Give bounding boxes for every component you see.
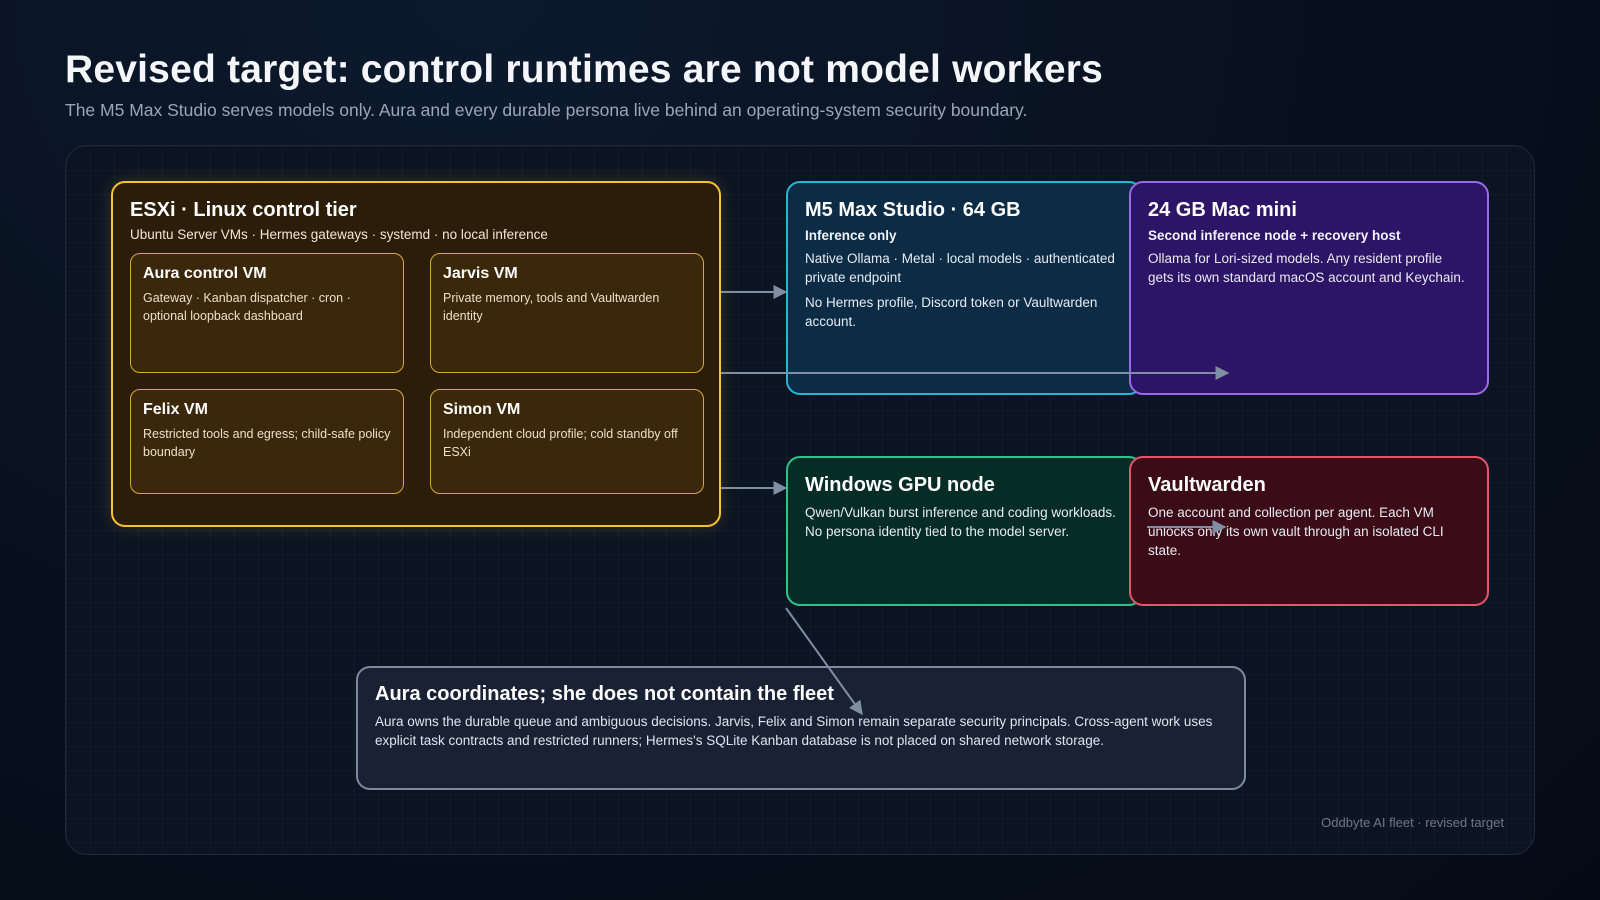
mini-title: 24 GB Mac mini (1148, 199, 1297, 221)
aura-note-text: Aura owns the durable queue and ambiguou… (375, 714, 1213, 748)
simon-vm-text: Independent cloud profile; cold standby … (443, 427, 678, 459)
windows-text: Qwen/Vulkan burst inference and coding w… (805, 505, 1116, 539)
aura-control-vm: Aura control VM Gateway · Kanban dispatc… (130, 253, 404, 373)
vaultwarden: Vaultwarden One account and collection p… (1129, 456, 1489, 606)
vault-title: Vaultwarden (1148, 474, 1266, 496)
m5-tag: Inference only (805, 228, 897, 243)
esxi-control-tier: ESXi · Linux control tier Ubuntu Server … (111, 181, 721, 527)
windows-title: Windows GPU node (805, 474, 995, 496)
m5-text-secondary: No Hermes profile, Discord token or Vaul… (805, 295, 1098, 329)
page-subtitle: The M5 Max Studio serves models only. Au… (65, 100, 1028, 120)
windows-gpu-node: Windows GPU node Qwen/Vulkan burst infer… (786, 456, 1143, 606)
jarvis-vm-text: Private memory, tools and Vaultwarden id… (443, 291, 660, 323)
m5-max-studio: M5 Max Studio · 64 GB Inference only Nat… (786, 181, 1143, 395)
m5-text-primary: Native Ollama · Metal · local models · a… (805, 251, 1115, 285)
felix-vm: Felix VM Restricted tools and egress; ch… (130, 389, 404, 494)
m5-title: M5 Max Studio · 64 GB (805, 199, 1021, 221)
simon-vm: Simon VM Independent cloud profile; cold… (430, 389, 704, 494)
mini-tag: Second inference node + recovery host (1148, 228, 1401, 243)
page-title: Revised target: control runtimes are not… (65, 48, 1104, 91)
aura-coordination-note: Aura coordinates; she does not contain t… (356, 666, 1246, 790)
felix-vm-text: Restricted tools and egress; child-safe … (143, 427, 391, 459)
esxi-subtitle: Ubuntu Server VMs · Hermes gateways · sy… (130, 227, 548, 242)
footer-caption: Oddbyte AI fleet · revised target (1321, 815, 1504, 830)
simon-vm-title: Simon VM (443, 401, 521, 418)
jarvis-vm-title: Jarvis VM (443, 265, 518, 282)
vault-text: One account and collection per agent. Ea… (1148, 505, 1444, 558)
esxi-title: ESXi · Linux control tier (130, 199, 357, 221)
mac-mini: 24 GB Mac mini Second inference node + r… (1129, 181, 1489, 395)
aura-vm-text: Gateway · Kanban dispatcher · cron · opt… (143, 291, 351, 323)
aura-vm-title: Aura control VM (143, 265, 267, 282)
jarvis-vm: Jarvis VM Private memory, tools and Vaul… (430, 253, 704, 373)
felix-vm-title: Felix VM (143, 401, 208, 418)
mini-text: Ollama for Lori-sized models. Any reside… (1148, 251, 1465, 285)
aura-note-title: Aura coordinates; she does not contain t… (375, 683, 834, 705)
